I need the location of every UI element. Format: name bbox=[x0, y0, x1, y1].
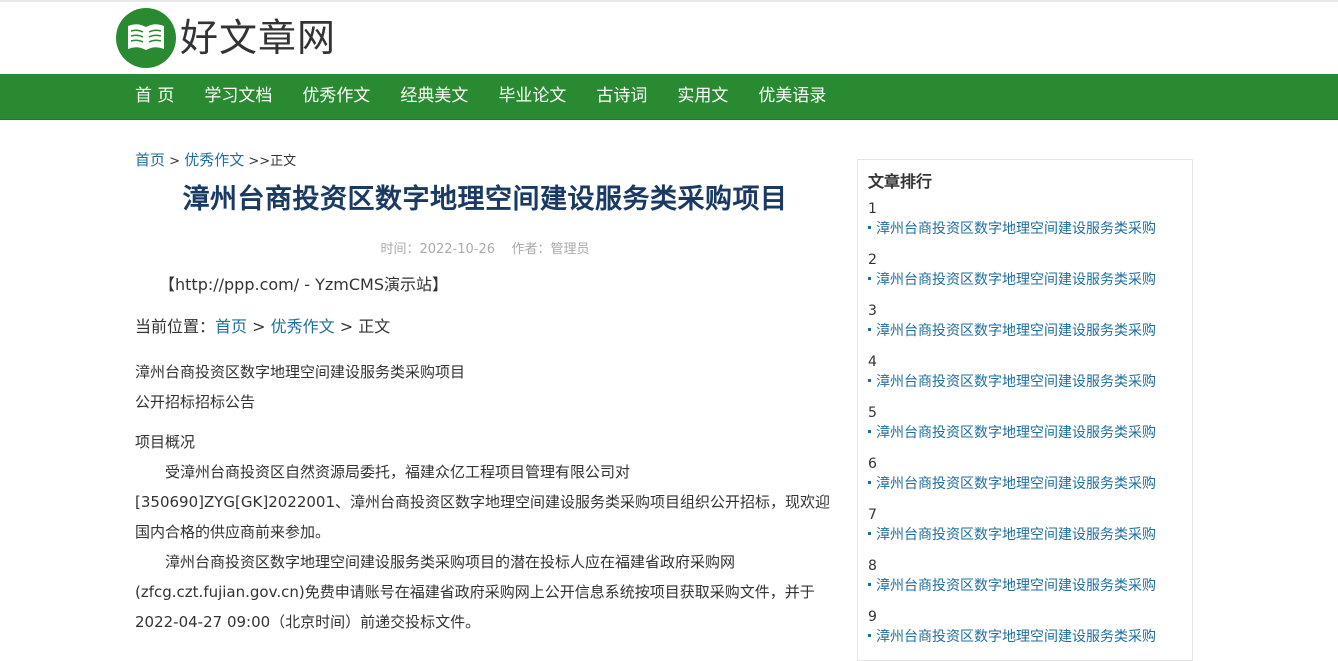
position-separator: > bbox=[247, 317, 271, 337]
breadcrumb: 首页 > 优秀作文 >>正文 bbox=[135, 150, 835, 172]
bullet-icon bbox=[868, 633, 871, 637]
ranking-link-text: 漳州台商投资区数字地理空间建设服务类采购 bbox=[876, 374, 1156, 390]
breadcrumb-separator: > bbox=[165, 154, 185, 169]
ranking-link-text: 漳州台商投资区数字地理空间建设服务类采购 bbox=[876, 476, 1156, 492]
ranking-item: 2 漳州台商投资区数字地理空间建设服务类采购 bbox=[868, 249, 1192, 300]
bullet-icon bbox=[868, 225, 871, 229]
nav-item-ancient-poetry[interactable]: 古诗词 bbox=[581, 74, 662, 119]
breadcrumb-separator: >> bbox=[244, 154, 271, 169]
ranking-link[interactable]: 漳州台商投资区数字地理空间建设服务类采购 bbox=[868, 526, 1192, 544]
position-separator: > bbox=[334, 317, 359, 337]
ranking-link-text: 漳州台商投资区数字地理空间建设服务类采购 bbox=[876, 323, 1156, 339]
article-body-intro: 漳州台商投资区数字地理空间建设服务类采购项目 公开招标招标公告 bbox=[135, 357, 835, 417]
ranking-link[interactable]: 漳州台商投资区数字地理空间建设服务类采购 bbox=[868, 322, 1192, 340]
ranking-item: 6 漳州台商投资区数字地理空间建设服务类采购 bbox=[868, 453, 1192, 504]
ranking-link[interactable]: 漳州台商投资区数字地理空间建设服务类采购 bbox=[868, 628, 1192, 646]
ranking-link[interactable]: 漳州台商投资区数字地理空间建设服务类采购 bbox=[868, 475, 1192, 493]
ranking-number: 6 bbox=[868, 456, 877, 472]
overview-paragraph-1: 受漳州台商投资区自然资源局委托，福建众亿工程项目管理有限公司对[350690]Z… bbox=[135, 463, 830, 542]
breadcrumb-home-link[interactable]: 首页 bbox=[135, 151, 165, 169]
ranking-number: 5 bbox=[868, 405, 877, 421]
ranking-link-text: 漳州台商投资区数字地理空间建设服务类采购 bbox=[876, 221, 1156, 237]
ranking-list: 1 漳州台商投资区数字地理空间建设服务类采购 2 漳州台商投资区数字地理空间建设… bbox=[868, 198, 1192, 657]
ranking-number: 3 bbox=[868, 303, 877, 319]
ranking-link-text: 漳州台商投资区数字地理空间建设服务类采购 bbox=[876, 527, 1156, 543]
ranking-link-text: 漳州台商投资区数字地理空间建设服务类采购 bbox=[876, 272, 1156, 288]
article-title: 漳州台商投资区数字地理空间建设服务类采购项目 bbox=[182, 184, 788, 215]
position-home-link[interactable]: 首页 bbox=[215, 317, 247, 336]
ranking-number: 4 bbox=[868, 354, 877, 370]
ranking-number: 2 bbox=[868, 252, 877, 268]
ranking-item: 3 漳州台商投资区数字地理空间建设服务类采购 bbox=[868, 300, 1192, 351]
overview-paragraph-2: 漳州台商投资区数字地理空间建设服务类采购项目的潜在投标人应在福建省政府采购网(z… bbox=[135, 553, 815, 632]
breadcrumb-category-link[interactable]: 优秀作文 bbox=[184, 151, 244, 169]
article-meta: 时间：2022-10-26 作者：管理员 bbox=[380, 242, 590, 258]
bullet-icon bbox=[868, 429, 871, 433]
nav-item-study-docs[interactable]: 学习文档 bbox=[189, 74, 287, 119]
current-position: 当前位置：首页 > 优秀作文 > 正文 bbox=[135, 313, 835, 337]
ranking-number: 9 bbox=[868, 609, 877, 625]
bullet-icon bbox=[868, 480, 871, 484]
site-logo[interactable]: 好文章网 bbox=[116, 8, 336, 68]
nav-item-essays[interactable]: 优秀作文 bbox=[287, 74, 385, 119]
project-name-line: 漳州台商投资区数字地理空间建设服务类采购项目 bbox=[135, 363, 466, 382]
nav-item-theses[interactable]: 毕业论文 bbox=[483, 74, 581, 119]
logo-text: 好文章网 bbox=[180, 16, 337, 60]
ranking-item: 9 漳州台商投资区数字地理空间建设服务类采购 bbox=[868, 606, 1192, 657]
article-main: 首页 > 优秀作文 >>正文 漳州台商投资区数字地理空间建设服务类采购项目 时间… bbox=[135, 140, 835, 637]
bullet-icon bbox=[868, 276, 871, 280]
bullet-icon bbox=[868, 378, 871, 382]
position-label: 当前位置： bbox=[135, 317, 216, 337]
article-ranking-sidebar: 文章排行 1 漳州台商投资区数字地理空间建设服务类采购 2 漳州台商投资区数字地… bbox=[857, 159, 1193, 661]
announcement-type-line: 公开招标招标公告 bbox=[135, 393, 256, 412]
ranking-number: 8 bbox=[868, 558, 877, 574]
ranking-item: 1 漳州台商投资区数字地理空间建设服务类采购 bbox=[868, 198, 1192, 249]
position-category-link[interactable]: 优秀作文 bbox=[271, 317, 335, 336]
ranking-link[interactable]: 漳州台商投资区数字地理空间建设服务类采购 bbox=[868, 220, 1192, 238]
ranking-link[interactable]: 漳州台商投资区数字地理空间建设服务类采购 bbox=[868, 271, 1192, 289]
ranking-link[interactable]: 漳州台商投资区数字地理空间建设服务类采购 bbox=[868, 424, 1192, 442]
bullet-icon bbox=[868, 582, 871, 586]
article-body-overview: 项目概况 受漳州台商投资区自然资源局委托，福建众亿工程项目管理有限公司对[350… bbox=[135, 427, 835, 637]
ranking-number: 1 bbox=[868, 201, 877, 217]
nav-item-quotes[interactable]: 优美语录 bbox=[743, 74, 841, 119]
sidebar-title: 文章排行 bbox=[868, 172, 933, 191]
position-current: 正文 bbox=[358, 317, 391, 337]
site-source-line: 【http://ppp.com/ - YzmCMS演示站】 bbox=[159, 275, 448, 295]
ranking-item: 8 漳州台商投资区数字地理空间建设服务类采购 bbox=[868, 555, 1192, 606]
site-header: 好文章网 bbox=[0, 2, 1338, 74]
breadcrumb-current: 正文 bbox=[270, 154, 297, 169]
nav-item-classic-prose[interactable]: 经典美文 bbox=[385, 74, 483, 119]
ranking-item: 7 漳州台商投资区数字地理空间建设服务类采购 bbox=[868, 504, 1192, 555]
open-book-icon bbox=[116, 8, 176, 68]
ranking-link-text: 漳州台商投资区数字地理空间建设服务类采购 bbox=[876, 578, 1156, 594]
ranking-item: 5 漳州台商投资区数字地理空间建设服务类采购 bbox=[868, 402, 1192, 453]
ranking-link[interactable]: 漳州台商投资区数字地理空间建设服务类采购 bbox=[868, 577, 1192, 595]
ranking-link[interactable]: 漳州台商投资区数字地理空间建设服务类采购 bbox=[868, 373, 1192, 391]
ranking-link-text: 漳州台商投资区数字地理空间建设服务类采购 bbox=[876, 629, 1156, 645]
ranking-number: 7 bbox=[868, 507, 877, 523]
ranking-link-text: 漳州台商投资区数字地理空间建设服务类采购 bbox=[876, 425, 1156, 441]
bullet-icon bbox=[868, 531, 871, 535]
overview-heading: 项目概况 bbox=[135, 433, 196, 452]
ranking-item: 4 漳州台商投资区数字地理空间建设服务类采购 bbox=[868, 351, 1192, 402]
bullet-icon bbox=[868, 327, 871, 331]
main-nav: 首 页 学习文档 优秀作文 经典美文 毕业论文 古诗词 实用文 优美语录 bbox=[0, 74, 1338, 120]
nav-item-practical-writing[interactable]: 实用文 bbox=[662, 74, 743, 119]
nav-item-home[interactable]: 首 页 bbox=[120, 74, 189, 119]
